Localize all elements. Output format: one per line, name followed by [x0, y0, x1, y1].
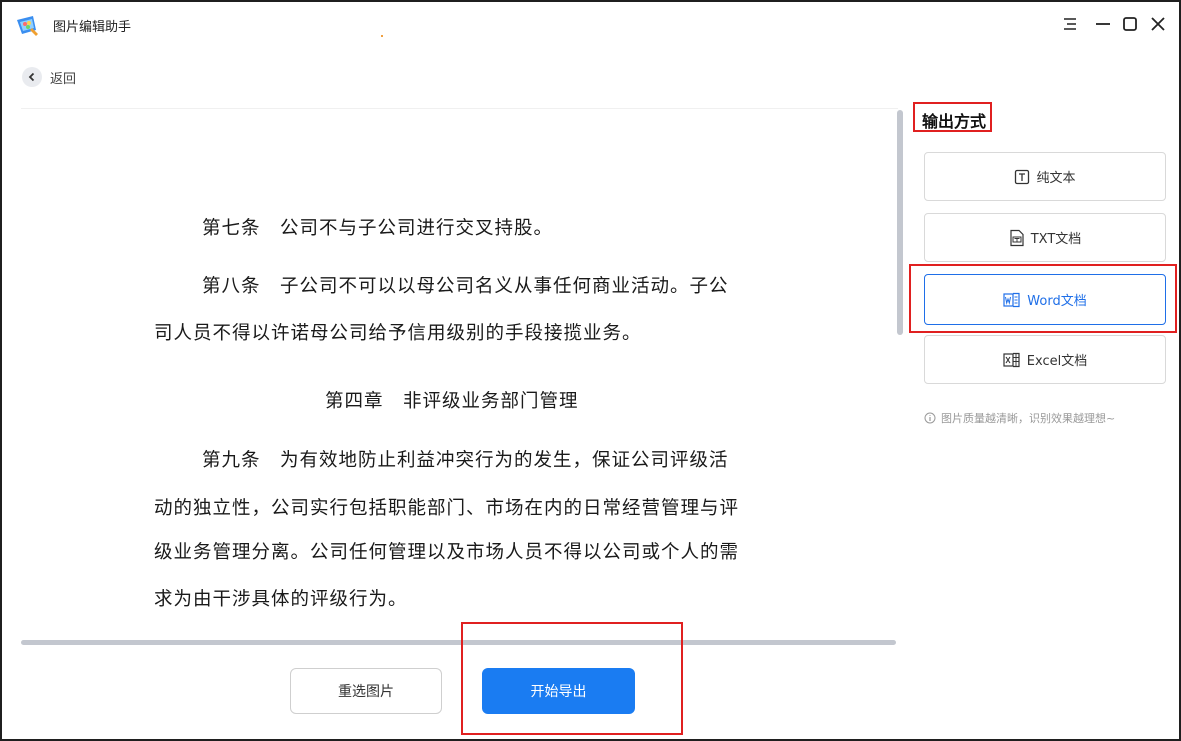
- paragraph-line: 司人员不得以许诺母公司给予信用级别的手段接揽业务。: [154, 323, 642, 344]
- option-txt[interactable]: TXT文档: [924, 213, 1166, 262]
- hint-text: 图片质量越清晰，识别效果越理想~: [941, 412, 1116, 425]
- paragraph-line: 求为由干涉具体的评级行为。: [154, 589, 408, 610]
- horizontal-scrollbar[interactable]: [21, 640, 896, 645]
- back-button[interactable]: 返回: [22, 67, 76, 87]
- option-excel[interactable]: Excel文档: [924, 335, 1166, 384]
- option-label: Excel文档: [1026, 354, 1088, 369]
- chevron-left-icon: [22, 67, 42, 87]
- start-export-button[interactable]: 开始导出: [482, 668, 635, 714]
- txt-file-icon: [1009, 229, 1025, 247]
- paragraph-line: 第八条 子公司不可以以母公司名义从事任何商业活动。子公: [202, 276, 729, 297]
- minimize-icon[interactable]: [1092, 13, 1114, 35]
- back-label: 返回: [50, 71, 77, 87]
- output-mode-title: 输出方式: [922, 112, 987, 131]
- option-plain-text[interactable]: 纯文本: [924, 152, 1166, 201]
- text-box-icon: [1014, 169, 1030, 185]
- app-title: 图片编辑助手: [53, 20, 132, 35]
- decorative-dot: [381, 35, 383, 37]
- maximize-icon[interactable]: [1119, 13, 1141, 35]
- close-icon[interactable]: [1147, 13, 1169, 35]
- excel-file-icon: [1003, 352, 1021, 368]
- reselect-image-button[interactable]: 重选图片: [290, 668, 442, 714]
- paragraph-line: 第九条 为有效地防止利益冲突行为的发生，保证公司评级活: [202, 450, 729, 471]
- menu-icon[interactable]: [1059, 13, 1081, 35]
- quality-hint: 图片质量越清晰，识别效果越理想~: [924, 410, 1115, 426]
- paragraph-line: 级业务管理分离。公司任何管理以及市场人员不得以公司或个人的需: [154, 542, 740, 563]
- title-bar: 图片编辑助手: [2, 2, 1179, 48]
- vertical-scrollbar[interactable]: [897, 110, 903, 335]
- option-label: Word文档: [1027, 294, 1087, 309]
- info-icon: [924, 412, 936, 424]
- paint-palette-icon: [14, 12, 40, 38]
- option-label: 纯文本: [1036, 171, 1076, 186]
- word-file-icon: [1003, 292, 1021, 308]
- paragraph-line: 第七条 公司不与子公司进行交叉持股。: [202, 218, 554, 239]
- option-label: TXT文档: [1030, 232, 1082, 247]
- image-preview: 第七条 公司不与子公司进行交叉持股。 第八条 子公司不可以以母公司名义从事任何商…: [21, 108, 898, 643]
- chapter-heading: 第四章 非评级业务部门管理: [325, 391, 579, 412]
- paragraph-line: 动的独立性，公司实行包括职能部门、市场在内的日常经营管理与评: [154, 498, 740, 519]
- app-window: 图片编辑助手 返回 第七条 公司不与子公司进行交叉持股。 第八条 子公司不可以以…: [0, 0, 1181, 741]
- option-word[interactable]: Word文档: [924, 274, 1166, 325]
